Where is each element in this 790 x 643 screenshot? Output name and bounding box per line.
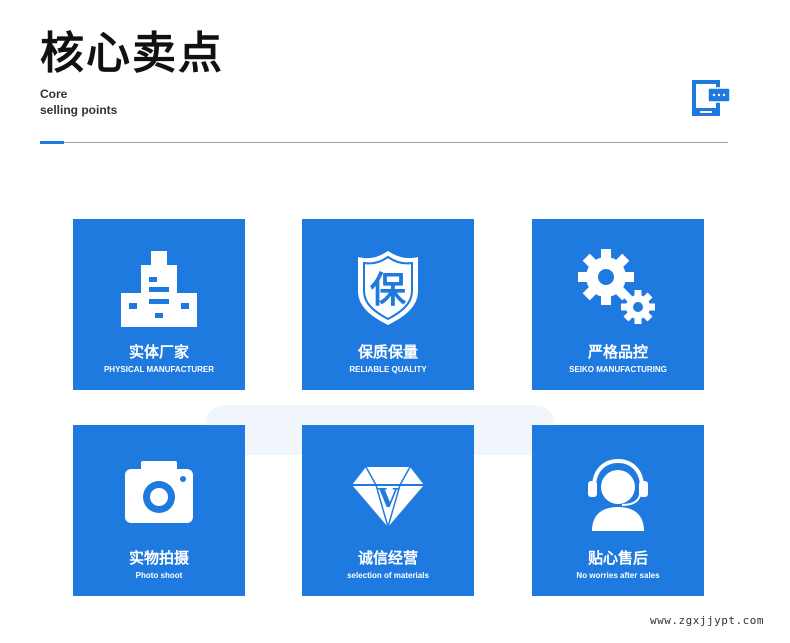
card-title-cn: 保质保量 (357, 343, 418, 361)
factory-building-icon (121, 251, 197, 327)
feature-card-selection-of-materials: V 诚信经营 selection of materials (302, 425, 474, 596)
card-title-en: Photo shoot (135, 571, 183, 580)
subtitle-line-1: Core (40, 87, 68, 101)
card-title-en: RELIABLE QUALITY (349, 365, 427, 374)
headset-service-icon (588, 458, 648, 531)
card-title-cn: 贴心售后 (587, 549, 648, 567)
card-title-en: No worries after sales (576, 571, 660, 580)
card-title-cn: 严格品控 (587, 343, 648, 361)
site-watermark: www.zgxjjypt.com (650, 614, 764, 627)
gears-icon (578, 249, 655, 324)
diamond-icon: V (352, 466, 424, 530)
chat-message-icon (692, 80, 730, 116)
feature-card-photo-shoot: 实物拍摄 Photo shoot (73, 425, 245, 596)
feature-card-physical-manufacturer: 实体厂家 PHYSICAL MANUFACTURER (73, 219, 245, 390)
subtitle-line-2: selling points (40, 103, 118, 117)
shield-glyph: 保 (370, 270, 407, 311)
quality-shield-icon: 保 (358, 251, 418, 325)
page-title: 核心卖点 (40, 28, 224, 79)
camera-icon (125, 461, 193, 523)
card-title-en: PHYSICAL MANUFACTURER (103, 365, 215, 374)
card-title-cn: 实物拍摄 (128, 549, 189, 567)
feature-card-after-sales: 贴心售后 No worries after sales (532, 425, 704, 596)
card-title-en: SEIKO MANUFACTURING (569, 365, 667, 374)
page-subtitle: Core selling points (40, 86, 117, 118)
feature-card-seiko-manufacturing: 严格品控 SEIKO MANUFACTURING (532, 219, 704, 390)
header-divider-accent (40, 141, 64, 144)
header-divider (40, 142, 728, 143)
feature-card-reliable-quality: 保 保质保量 RELIABLE QUALITY (302, 219, 474, 390)
card-title-cn: 实体厂家 (128, 343, 189, 361)
diamond-glyph: V (377, 484, 399, 514)
card-title-cn: 诚信经营 (357, 549, 418, 567)
card-title-en: selection of materials (347, 571, 429, 580)
